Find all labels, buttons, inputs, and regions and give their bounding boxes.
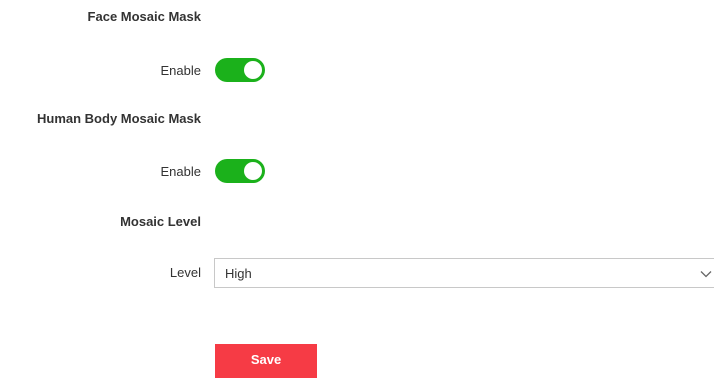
level-select[interactable]: High — [214, 258, 714, 288]
save-button[interactable]: Save — [215, 344, 317, 378]
toggle-knob — [244, 61, 262, 79]
face-mosaic-enable-toggle[interactable] — [215, 58, 265, 82]
face-mosaic-enable-label: Enable — [160, 63, 201, 78]
human-body-mosaic-enable-label: Enable — [160, 164, 201, 179]
face-mosaic-mask-title: Face Mosaic Mask — [87, 9, 201, 24]
mosaic-level-title: Mosaic Level — [120, 214, 201, 229]
human-body-mosaic-enable-toggle[interactable] — [215, 159, 265, 183]
toggle-knob — [244, 162, 262, 180]
level-label: Level — [169, 265, 201, 280]
level-select-value: High — [225, 266, 252, 281]
human-body-mosaic-mask-title: Human Body Mosaic Mask — [37, 111, 201, 126]
chevron-down-icon — [700, 271, 712, 278]
